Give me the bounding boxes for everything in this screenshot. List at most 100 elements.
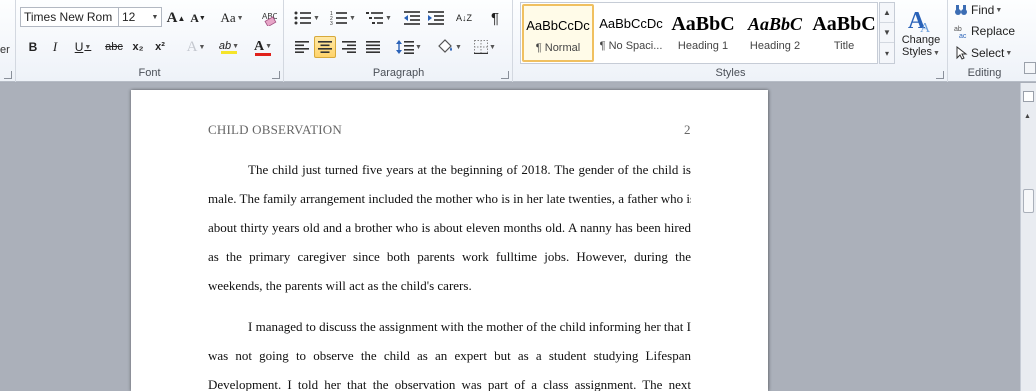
align-center-icon [318, 41, 332, 53]
replace-label: Replace [971, 24, 1016, 38]
paragraph-group-label: Paragraph [372, 67, 425, 79]
superscript-button[interactable]: x² [150, 36, 170, 58]
font-size-combobox[interactable]: 12 ▼ [118, 7, 162, 27]
scroll-up-icon[interactable]: ▲ [880, 3, 894, 23]
style-name: Heading 1 [677, 40, 729, 52]
bold-button[interactable]: B [24, 36, 42, 58]
editing-group-label: Editing [967, 67, 1002, 79]
text-effects-icon: A [186, 38, 198, 55]
paragraph-1-line-3: about thirty years old and a brother who… [208, 220, 691, 235]
paragraph-1-line-4: as the primary caregiver since both pare… [208, 249, 691, 264]
grow-font-button[interactable]: A ▲ [166, 7, 186, 29]
underline-button[interactable]: U ▼ [68, 36, 98, 58]
scroll-up-arrow-icon[interactable]: ▲ [1024, 113, 1031, 120]
ribbon: er Times New Rom ▼ 12 ▼ A▲ A▼ Aa▼ ABC B … [0, 0, 1036, 82]
increase-indent-button[interactable] [425, 7, 447, 29]
shrink-font-icon: A [190, 10, 199, 25]
strikethrough-icon: abc [105, 41, 123, 53]
gallery-more-icon[interactable]: ▾ [880, 43, 894, 63]
replace-button[interactable]: ab ac Replace [953, 21, 1016, 41]
change-styles-label-1: Change [901, 34, 941, 46]
paragraph-dialog-launcher-icon[interactable] [501, 71, 509, 79]
svg-text:ac: ac [959, 33, 967, 38]
find-button[interactable]: Find ▼ [953, 0, 1003, 20]
scrollbar-thumb[interactable] [1023, 189, 1034, 213]
shrink-font-button[interactable]: A ▼ [188, 7, 208, 29]
italic-button[interactable]: I [46, 36, 64, 58]
styles-group-label: Styles [715, 67, 746, 79]
ruler-toggle-icon[interactable] [1023, 91, 1034, 102]
numbering-icon: 123 [330, 11, 348, 25]
multilevel-list-icon [366, 12, 384, 24]
change-case-button[interactable]: Aa ▼ [218, 7, 246, 29]
style-preview: AaBbCcDc [599, 16, 663, 31]
align-left-button[interactable] [291, 36, 313, 58]
align-right-icon [342, 41, 356, 53]
paragraph-2-line-3: Development. I told her that the observa… [208, 377, 691, 391]
style-normal[interactable]: AaBbCcDc ¶ Normal [522, 4, 594, 62]
borders-icon [474, 40, 489, 54]
sort-button[interactable]: A↓Z [453, 7, 475, 29]
font-color-button[interactable]: A ▼ [248, 36, 278, 58]
style-no-spacing[interactable]: AaBbCcDc ¶ No Spaci... [595, 4, 667, 62]
numbering-button[interactable]: 1 2 3 ▼ [327, 7, 359, 29]
svg-text:3: 3 [330, 21, 333, 25]
subscript-icon: x₂ [132, 41, 144, 53]
ribbon-collapse-icon[interactable] [1024, 62, 1036, 74]
select-button[interactable]: Select ▼ [953, 43, 1013, 63]
style-name: ¶ Normal [535, 42, 581, 54]
clipboard-launcher-icon[interactable] [4, 71, 12, 79]
show-formatting-button[interactable]: ¶ [485, 7, 505, 29]
style-name: Title [833, 40, 855, 52]
style-heading-1[interactable]: AaBbC Heading 1 [667, 4, 739, 62]
decrease-indent-button[interactable] [401, 7, 423, 29]
line-spacing-button[interactable]: ▼ [393, 36, 425, 58]
change-case-icon: Aa [220, 10, 236, 25]
shading-button[interactable]: ▼ [433, 36, 465, 58]
editing-group: Find ▼ ab ac Replace Select ▼ Editing [949, 0, 1020, 82]
sort-icon: A↓Z [455, 12, 472, 23]
font-size-value: 12 [122, 10, 136, 24]
cursor-arrow-icon [956, 46, 968, 60]
highlight-button[interactable]: ab ▼ [214, 36, 244, 58]
clear-formatting-icon: ABC [262, 12, 277, 26]
style-heading-2[interactable]: AaBbC Heading 2 [739, 4, 811, 62]
svg-text:A: A [920, 21, 931, 34]
paragraph-1-line-1: The child just turned five years at the … [248, 162, 691, 177]
style-title[interactable]: AaBbC Title [811, 4, 877, 62]
style-name: Heading 2 [749, 40, 801, 52]
binoculars-icon [955, 5, 967, 15]
select-label: Select [971, 46, 1005, 60]
text-effects-button[interactable]: A ▼ [182, 36, 210, 58]
strikethrough-button[interactable]: abc [102, 36, 126, 58]
svg-text:ab: ab [954, 26, 962, 33]
italic-icon: I [52, 39, 58, 54]
paragraph-2-line-2: was not going to observe the child as an… [208, 348, 691, 363]
borders-button[interactable]: ▼ [469, 36, 501, 58]
change-styles-button[interactable]: AA Change Styles▼ [897, 2, 945, 64]
decrease-indent-icon [404, 11, 420, 25]
increase-indent-icon [428, 11, 444, 25]
align-right-button[interactable] [338, 36, 360, 58]
scroll-down-icon[interactable]: ▼ [880, 23, 894, 43]
justify-button[interactable] [362, 36, 384, 58]
vertical-scrollbar[interactable]: ▲ [1020, 83, 1036, 391]
font-name-combobox[interactable]: Times New Rom ▼ [20, 7, 134, 27]
subscript-button[interactable]: x₂ [128, 36, 148, 58]
clear-formatting-button[interactable]: ABC [258, 7, 280, 29]
styles-dialog-launcher-icon[interactable] [936, 71, 944, 79]
align-center-button[interactable] [314, 36, 336, 58]
running-header-title: CHILD OBSERVATION [208, 122, 342, 137]
bullets-button[interactable]: ▼ [291, 7, 323, 29]
chevron-down-icon[interactable]: ▼ [149, 8, 161, 26]
align-left-icon [295, 41, 309, 53]
font-color-swatch [255, 52, 271, 56]
change-styles-icon: AA [908, 8, 931, 34]
underline-icon: U [74, 40, 84, 54]
clipboard-group-partial: er [0, 0, 16, 82]
multilevel-list-button[interactable]: ▼ [363, 7, 395, 29]
font-dialog-launcher-icon[interactable] [272, 71, 280, 79]
paint-bucket-icon [438, 39, 453, 53]
highlight-color-swatch [221, 51, 237, 54]
line-spacing-icon [396, 40, 415, 54]
